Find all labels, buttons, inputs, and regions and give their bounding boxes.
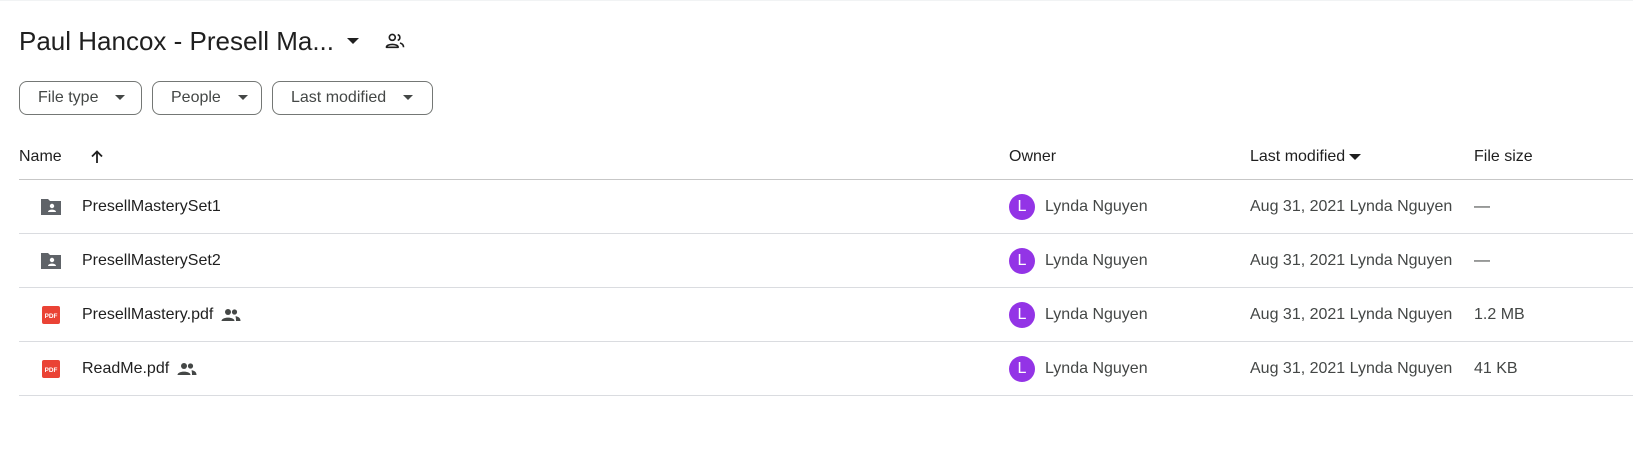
avatar: L	[1009, 301, 1035, 328]
avatar: L	[1009, 355, 1035, 382]
owner-cell: L Lynda Nguyen	[1009, 342, 1148, 395]
table-row[interactable]: PresellMasterySet2 L Lynda Nguyen Aug 31…	[19, 234, 1633, 288]
file-name[interactable]: PresellMasterySet2	[82, 234, 221, 287]
owner-cell: L Lynda Nguyen	[1009, 288, 1148, 341]
file-list: Name Owner Last modified File size Prese…	[19, 135, 1633, 396]
last-modified: Aug 31, 2021 Lynda Nguyen	[1250, 305, 1453, 323]
filter-label: File type	[38, 89, 99, 106]
owner-name: Lynda Nguyen	[1045, 305, 1148, 323]
owner-cell: L Lynda Nguyen	[1009, 180, 1148, 233]
file-name-label: PresellMastery.pdf	[82, 305, 214, 323]
shared-people-icon	[177, 362, 197, 376]
pdf-icon: PDF	[38, 288, 64, 341]
arrow-drop-down-icon	[400, 90, 416, 106]
arrow-drop-down-icon	[235, 90, 251, 106]
column-header-owner[interactable]: Owner	[1009, 148, 1056, 166]
table-row[interactable]: PDF ReadMe.pdf L Lynda Nguyen Aug 31, 20…	[19, 342, 1633, 396]
avatar: L	[1009, 247, 1035, 274]
file-list-header: Name Owner Last modified File size	[19, 135, 1633, 180]
file-size: 41 KB	[1474, 359, 1518, 377]
column-header-label: Last modified	[1250, 148, 1346, 165]
file-name-label: ReadMe.pdf	[82, 359, 170, 377]
column-header-file-size[interactable]: File size	[1474, 148, 1533, 166]
file-name-label: PresellMasterySet2	[82, 251, 221, 269]
filter-people[interactable]: People	[152, 81, 262, 115]
filter-chips: File type People Last modified	[19, 81, 433, 115]
file-size: —	[1474, 197, 1490, 215]
file-name[interactable]: ReadMe.pdf	[82, 342, 197, 395]
owner-name: Lynda Nguyen	[1045, 359, 1148, 377]
shared-folder-icon	[38, 234, 64, 287]
shared-people-icon[interactable]	[382, 28, 408, 54]
shared-folder-icon	[38, 180, 64, 233]
file-size: 1.2 MB	[1474, 305, 1525, 323]
last-modified: Aug 31, 2021 Lynda Nguyen	[1250, 197, 1453, 215]
column-header-name[interactable]: Name	[19, 148, 62, 166]
arrow-drop-down-icon	[1349, 153, 1362, 161]
folder-title-row: Paul Hancox - Presell Ma...	[19, 22, 408, 60]
file-name-label: PresellMasterySet1	[82, 197, 221, 215]
last-modified: Aug 31, 2021 Lynda Nguyen	[1250, 359, 1453, 377]
arrow-upward-icon[interactable]	[85, 145, 109, 169]
column-header-last-modified[interactable]: Last modified	[1250, 148, 1362, 166]
last-modified: Aug 31, 2021 Lynda Nguyen	[1250, 251, 1453, 269]
table-row[interactable]: PDF PresellMastery.pdf L Lynda Nguyen Au…	[19, 288, 1633, 342]
avatar: L	[1009, 193, 1035, 220]
pdf-icon: PDF	[38, 342, 64, 395]
owner-name: Lynda Nguyen	[1045, 197, 1148, 215]
owner-cell: L Lynda Nguyen	[1009, 234, 1148, 287]
file-name[interactable]: PresellMasterySet1	[82, 180, 221, 233]
file-size: —	[1474, 251, 1490, 269]
filter-file-type[interactable]: File type	[19, 81, 142, 115]
filter-last-modified[interactable]: Last modified	[272, 81, 433, 115]
top-divider	[0, 0, 1633, 1]
drive-folder-view: Paul Hancox - Presell Ma... File type Pe…	[0, 0, 1633, 450]
arrow-drop-down-icon[interactable]	[340, 28, 366, 54]
arrow-drop-down-icon	[112, 90, 128, 106]
file-name[interactable]: PresellMastery.pdf	[82, 288, 241, 341]
pdf-badge-label: PDF	[45, 313, 58, 320]
shared-people-icon	[221, 308, 241, 322]
filter-label: Last modified	[291, 89, 387, 106]
filter-label: People	[171, 89, 221, 106]
pdf-badge-label: PDF	[45, 367, 58, 374]
owner-name: Lynda Nguyen	[1045, 251, 1148, 269]
table-row[interactable]: PresellMasterySet1 L Lynda Nguyen Aug 31…	[19, 180, 1633, 234]
folder-title[interactable]: Paul Hancox - Presell Ma...	[19, 26, 334, 57]
